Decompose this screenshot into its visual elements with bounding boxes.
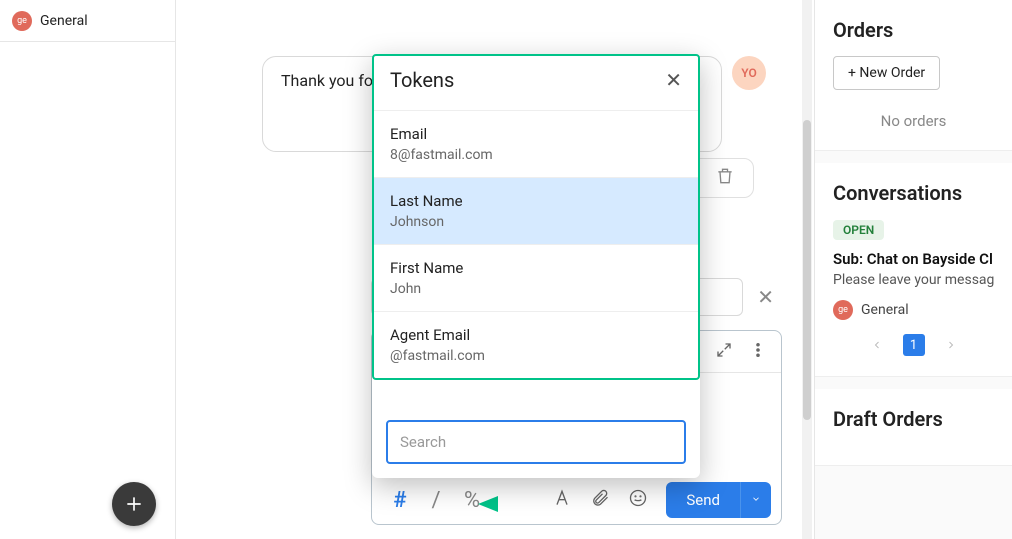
token-value: Johnson: [390, 214, 682, 230]
draft-orders-title: Draft Orders: [833, 407, 994, 431]
center-panel: Thank you for contacting us! What can I …: [176, 0, 814, 539]
token-item-lastname[interactable]: Last Name Johnson: [374, 177, 698, 244]
token-label: Last Name: [390, 192, 682, 210]
draft-orders-section: Draft Orders: [815, 389, 1012, 466]
no-orders-text: No orders: [833, 112, 994, 130]
token-label: First Name: [390, 259, 682, 277]
channel-label: General: [40, 13, 88, 29]
expand-icon[interactable]: [715, 341, 733, 363]
conversations-section: Conversations OPEN Sub: Chat on Bayside …: [815, 163, 1012, 377]
compose-toolbar-bottom: # / % Send: [372, 476, 781, 524]
conversation-meta: ge General: [833, 300, 994, 320]
tokens-popover: Tokens ✕ Email 8@fastmail.com Last Name …: [372, 54, 700, 478]
conversation-card[interactable]: OPEN Sub: Chat on Bayside Cl Please leav…: [833, 219, 994, 320]
orders-title: Orders: [833, 18, 994, 42]
left-sidebar: ge General: [0, 0, 176, 539]
tokens-inner: Tokens ✕ Email 8@fastmail.com Last Name …: [372, 54, 700, 380]
pager-prev-icon[interactable]: [871, 336, 883, 355]
send-button[interactable]: Send: [666, 482, 740, 518]
pager-next-icon[interactable]: [945, 336, 957, 355]
attachment-icon[interactable]: [590, 488, 610, 512]
right-panel: Orders + New Order No orders Conversatio…: [814, 0, 1012, 539]
center-scrollbar[interactable]: [802, 0, 812, 539]
new-order-button[interactable]: + New Order: [833, 56, 940, 90]
chat-avatar: YO: [732, 56, 766, 90]
text-format-icon[interactable]: [552, 488, 572, 512]
token-list: Email 8@fastmail.com Last Name Johnson F…: [374, 110, 698, 378]
token-label: Agent Email: [390, 326, 682, 344]
more-icon[interactable]: [749, 341, 767, 363]
conversations-title: Conversations: [833, 181, 994, 205]
sidebar-header[interactable]: ge General: [0, 0, 175, 42]
pager-current[interactable]: 1: [903, 334, 925, 356]
slash-command-button[interactable]: /: [424, 482, 448, 518]
send-caret-button[interactable]: [740, 482, 771, 518]
tokens-search-input[interactable]: [386, 420, 686, 464]
percent-token-button[interactable]: %: [460, 482, 484, 518]
send-group: Send: [666, 482, 771, 518]
token-value: 8@fastmail.com: [390, 147, 682, 163]
orders-section: Orders + New Order No orders: [815, 0, 1012, 151]
fab-add-button[interactable]: [112, 482, 156, 526]
open-badge: OPEN: [833, 220, 884, 240]
token-value: @fastmail.com: [390, 348, 682, 364]
tokens-title: Tokens: [390, 68, 454, 92]
channel-badge: ge: [12, 11, 32, 31]
conversation-preview: Please leave your messag: [833, 272, 994, 288]
scrollbar-thumb[interactable]: [803, 120, 811, 420]
snooze-close-icon[interactable]: ✕: [757, 285, 774, 309]
delete-icon[interactable]: [715, 166, 735, 190]
token-value: John: [390, 281, 682, 297]
emoji-icon[interactable]: [628, 488, 648, 512]
hash-token-button[interactable]: #: [388, 482, 412, 518]
token-item-firstname[interactable]: First Name John: [374, 244, 698, 311]
conversation-channel-label: General: [861, 302, 909, 318]
pager: 1: [833, 334, 994, 356]
conversation-subject: Sub: Chat on Bayside Cl: [833, 250, 994, 268]
token-label: Email: [390, 125, 682, 143]
channel-badge: ge: [833, 300, 853, 320]
token-item-email[interactable]: Email 8@fastmail.com: [374, 110, 698, 177]
token-item-agentemail[interactable]: Agent Email @fastmail.com: [374, 311, 698, 378]
tokens-close-icon[interactable]: ✕: [665, 68, 682, 92]
plus-icon: [124, 494, 144, 514]
